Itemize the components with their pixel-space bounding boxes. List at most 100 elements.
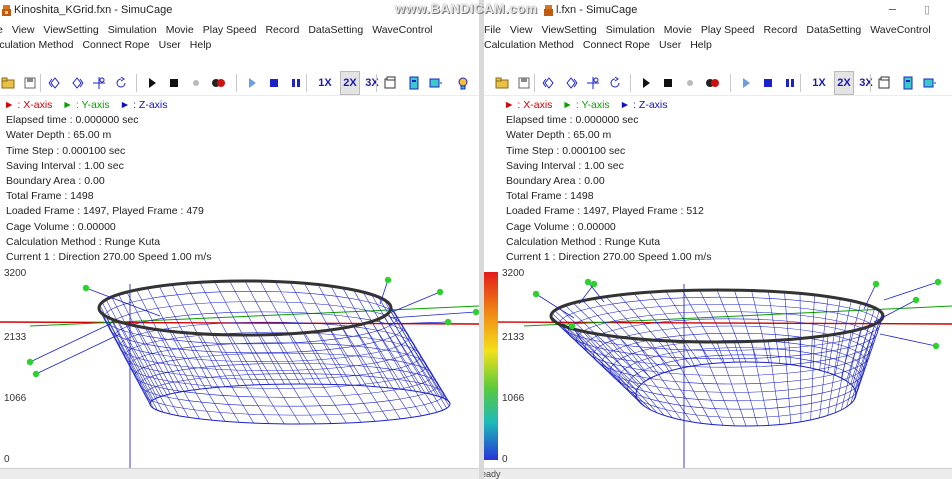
panel-alt-icon[interactable] — [922, 71, 938, 95]
record-dot-icon[interactable] — [188, 71, 204, 95]
menu-item[interactable]: Connect Rope — [82, 39, 149, 51]
net-bottom-ring — [635, 361, 857, 427]
play-icon[interactable] — [144, 71, 160, 95]
menu-item[interactable]: DataSetting — [806, 24, 861, 36]
menu-item[interactable]: View — [12, 24, 35, 36]
speed-3x-button[interactable]: 3X — [856, 71, 876, 95]
move-icon[interactable] — [91, 71, 107, 95]
play-step-icon[interactable] — [244, 71, 260, 95]
status-bar: ready — [484, 468, 952, 479]
3d-cage-view[interactable]: 3200 2133 1066 0 — [484, 264, 952, 469]
open-folder-icon[interactable] — [494, 71, 510, 95]
play-icon[interactable] — [638, 71, 654, 95]
rotate-alt-icon[interactable] — [69, 71, 85, 95]
record-red-icon[interactable] — [210, 71, 226, 95]
menu-item[interactable]: WaveControl — [372, 24, 432, 36]
toolbar-separator — [870, 74, 871, 92]
right-simucage-window: l.fxn - SimuCage – ▯ File View ViewSetting… — [484, 0, 952, 479]
y-axis-arrow-icon: ► — [62, 99, 73, 111]
buoy-icon — [872, 280, 880, 288]
menu-item[interactable]: Help — [690, 39, 712, 51]
rotate-icon[interactable] — [541, 71, 557, 95]
info-line: Water Depth : 65.00 m — [6, 129, 112, 142]
maximize-icon[interactable]: ▯ — [924, 3, 930, 16]
record-dot-icon[interactable] — [682, 71, 698, 95]
play-step-icon[interactable] — [738, 71, 754, 95]
menu-item[interactable]: ViewSetting — [542, 24, 597, 36]
save-icon[interactable] — [516, 71, 532, 95]
net-ring — [618, 347, 862, 410]
menu-item[interactable]: Movie — [166, 24, 194, 36]
buoy-icon — [532, 290, 540, 298]
net-ring — [134, 352, 433, 398]
menu-item[interactable]: Calculation Method — [484, 39, 574, 51]
panel-icon[interactable] — [900, 71, 916, 95]
refresh-icon[interactable] — [607, 71, 623, 95]
menu-item[interactable]: ViewSetting — [43, 24, 98, 36]
menu-item[interactable]: Record — [764, 24, 798, 36]
speed-1x-button[interactable]: 1X — [315, 71, 335, 95]
menu-item[interactable]: lculation Method — [0, 39, 73, 51]
minimize-icon[interactable]: – — [889, 1, 896, 16]
menu-item[interactable]: Record — [265, 24, 299, 36]
refresh-icon[interactable] — [113, 71, 129, 95]
menu-item[interactable]: DataSetting — [308, 24, 363, 36]
menu-bar: e View ViewSetting Simulation Movie Play Spee… — [0, 22, 479, 56]
toolbar-separator — [136, 74, 137, 92]
buoy-icon — [384, 276, 392, 284]
speed-2x-button[interactable]: 2X — [834, 71, 854, 95]
menu-item[interactable]: User — [159, 39, 181, 51]
menu-item[interactable]: Play Speed — [701, 24, 755, 36]
menu-item[interactable]: Simulation — [606, 24, 655, 36]
mooring-rope — [879, 333, 937, 347]
stop-blue-icon[interactable] — [760, 71, 776, 95]
rotate-alt-icon[interactable] — [563, 71, 579, 95]
buoy-icon — [934, 278, 942, 286]
menu-item[interactable]: User — [659, 39, 681, 51]
z-axis-label: : Z-axis — [133, 99, 168, 111]
window-icon[interactable] — [876, 71, 892, 95]
info-line: Boundary Area : 0.00 — [506, 175, 605, 188]
stop-icon[interactable] — [660, 71, 676, 95]
menu-item[interactable]: View — [510, 24, 533, 36]
bulb-icon[interactable] — [455, 71, 471, 95]
menu-item[interactable]: Help — [190, 39, 212, 51]
menu-item[interactable]: WaveControl — [870, 24, 930, 36]
speed-3x-button[interactable]: 3X — [362, 71, 382, 95]
3d-cage-view[interactable]: 3200 2133 1066 0 — [0, 264, 479, 469]
open-folder-icon[interactable] — [0, 71, 16, 95]
z-axis-arrow-icon: ► — [619, 99, 631, 111]
panel-icon[interactable] — [406, 71, 422, 95]
x-axis-arrow-icon: ► — [504, 99, 515, 111]
toolbar-separator — [800, 74, 801, 92]
pause-blue-icon[interactable] — [288, 71, 304, 95]
pause-blue-icon[interactable] — [782, 71, 798, 95]
move-icon[interactable] — [585, 71, 601, 95]
left-simucage-window: Kinoshita_KGrid.fxn - SimuCage e View View… — [0, 0, 479, 479]
stop-blue-icon[interactable] — [266, 71, 282, 95]
buoy-icon — [590, 280, 598, 288]
menu-item[interactable]: Connect Rope — [583, 39, 650, 51]
app-icon — [544, 5, 553, 16]
stop-icon[interactable] — [166, 71, 182, 95]
speed-2x-button[interactable]: 2X — [340, 71, 360, 95]
save-icon[interactable] — [22, 71, 38, 95]
depth-tick-label: 1066 — [502, 393, 525, 404]
info-line: Elapsed time : 0.000000 sec — [506, 114, 639, 127]
net-cage-mesh — [98, 280, 451, 425]
axis-legend: ►: X-axis ►: Y-axis ►: Z-axis — [500, 98, 711, 113]
menu-item[interactable]: Simulation — [108, 24, 157, 36]
menu-item[interactable]: Movie — [664, 24, 692, 36]
menu-item[interactable]: File — [484, 24, 501, 36]
menu-item[interactable]: e — [0, 24, 3, 36]
net-ring — [627, 354, 859, 418]
menu-item[interactable]: Play Speed — [203, 24, 257, 36]
window-icon[interactable] — [382, 71, 398, 95]
depth-tick-label: 3200 — [4, 268, 27, 279]
record-red-icon[interactable] — [704, 71, 720, 95]
speed-1x-button[interactable]: 1X — [809, 71, 829, 95]
panel-alt-icon[interactable] — [428, 71, 444, 95]
rotate-icon[interactable] — [47, 71, 63, 95]
toolbar-separator — [534, 74, 535, 92]
simulation-info-panel: ►: X-axis ►: Y-axis ►: Z-axis Elapsed time … — [500, 98, 711, 265]
